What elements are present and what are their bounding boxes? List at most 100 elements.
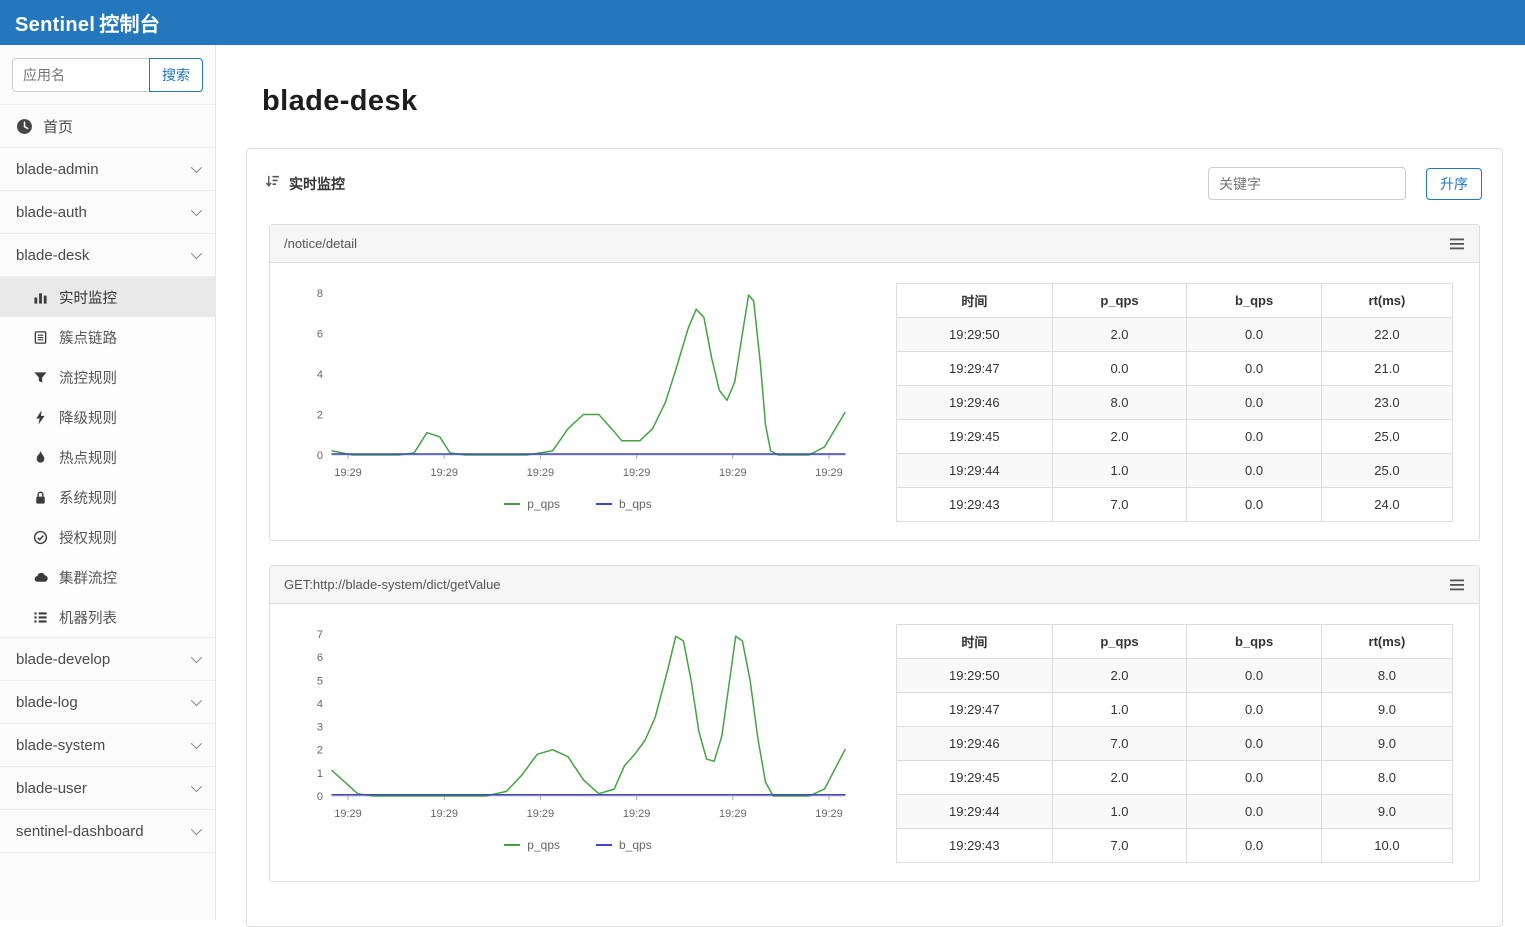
sidebar-item-blade-auth[interactable]: blade-auth bbox=[0, 191, 215, 234]
table-row: 19:29:437.00.010.0 bbox=[897, 829, 1453, 863]
svg-text:19:29: 19:29 bbox=[815, 467, 843, 479]
table-cell: 9.0 bbox=[1321, 795, 1452, 829]
search-button[interactable]: 搜索 bbox=[149, 58, 203, 92]
table-cell: 0.0 bbox=[1187, 693, 1322, 727]
submenu-item-cluster-link[interactable]: 簇点链路 bbox=[0, 317, 215, 357]
submenu-item-realtime-monitor[interactable]: 实时监控 bbox=[0, 277, 215, 317]
blade-desk-submenu: 实时监控 簇点链路 流控规则 降级规则 bbox=[0, 277, 215, 638]
svg-text:3: 3 bbox=[316, 722, 322, 734]
sidebar-item-label: sentinel-dashboard bbox=[16, 823, 144, 840]
table-cell: 10.0 bbox=[1321, 829, 1452, 863]
sidebar-item-sentinel-dashboard[interactable]: sentinel-dashboard bbox=[0, 810, 215, 853]
app-title-bold: Sentinel bbox=[15, 14, 95, 36]
submenu-item-system-rules[interactable]: 系统规则 bbox=[0, 477, 215, 517]
legend-label: p_qps bbox=[527, 838, 560, 852]
metrics-table: 时间 p_qps b_qps rt(ms) 19:29:502.00.022.0… bbox=[896, 283, 1453, 522]
table-cell: 19:29:46 bbox=[897, 386, 1053, 420]
table-header-row: 时间 p_qps b_qps rt(ms) bbox=[897, 284, 1453, 318]
table-cell: 8.0 bbox=[1321, 659, 1452, 693]
svg-text:19:29: 19:29 bbox=[719, 808, 747, 820]
submenu-item-label: 热点规则 bbox=[59, 447, 117, 468]
table-cell: 2.0 bbox=[1052, 659, 1187, 693]
submenu-item-label: 机器列表 bbox=[59, 607, 117, 628]
table-row: 19:29:467.00.09.0 bbox=[897, 727, 1453, 761]
bar-chart-icon bbox=[32, 290, 48, 305]
legend-label: b_qps bbox=[619, 838, 652, 852]
ascending-sort-button[interactable]: 升序 bbox=[1426, 168, 1482, 200]
table-row: 19:29:470.00.021.0 bbox=[897, 352, 1453, 386]
sidebar-item-blade-user[interactable]: blade-user bbox=[0, 767, 215, 810]
table-cell: 1.0 bbox=[1052, 454, 1187, 488]
table-cell: 0.0 bbox=[1187, 727, 1322, 761]
table-cell: 0.0 bbox=[1187, 659, 1322, 693]
table-cell: 19:29:45 bbox=[897, 761, 1053, 795]
resource-card-dict-getvalue: GET:http://blade-system/dict/getValue 01… bbox=[269, 565, 1480, 882]
svg-text:2: 2 bbox=[316, 410, 322, 422]
table-cell: 2.0 bbox=[1052, 420, 1187, 454]
submenu-item-flow-rules[interactable]: 流控规则 bbox=[0, 357, 215, 397]
col-header-time: 时间 bbox=[897, 625, 1053, 659]
sidebar-item-label: blade-system bbox=[16, 737, 105, 754]
table-cell: 1.0 bbox=[1052, 693, 1187, 727]
svg-text:2: 2 bbox=[316, 745, 322, 757]
table-row: 19:29:502.00.022.0 bbox=[897, 318, 1453, 352]
qps-chart: 0246819:2919:2919:2919:2919:2919:29p_qps… bbox=[278, 283, 878, 511]
svg-text:4: 4 bbox=[316, 369, 322, 381]
book-icon bbox=[32, 330, 48, 345]
page-title: blade-desk bbox=[262, 85, 1503, 118]
svg-text:5: 5 bbox=[316, 675, 322, 687]
svg-text:19:29: 19:29 bbox=[526, 467, 554, 479]
sidebar-item-blade-log[interactable]: blade-log bbox=[0, 681, 215, 724]
panel-toolbar: 实时监控 升序 bbox=[247, 149, 1502, 214]
app-search-group: 搜索 bbox=[0, 45, 215, 104]
sidebar-item-blade-develop[interactable]: blade-develop bbox=[0, 638, 215, 681]
table-cell: 19:29:44 bbox=[897, 454, 1053, 488]
sidebar-item-blade-system[interactable]: blade-system bbox=[0, 724, 215, 767]
sidebar-item-label: blade-desk bbox=[16, 247, 89, 264]
table-cell: 19:29:44 bbox=[897, 795, 1053, 829]
submenu-item-authority-rules[interactable]: 授权规则 bbox=[0, 517, 215, 557]
table-row: 19:29:441.00.025.0 bbox=[897, 454, 1453, 488]
submenu-item-label: 授权规则 bbox=[59, 527, 117, 548]
chart-legend: p_qpsb_qps bbox=[504, 497, 651, 511]
sidebar: 搜索 首页 blade-admin blade-auth blade-desk bbox=[0, 45, 216, 920]
resource-card-header: GET:http://blade-system/dict/getValue bbox=[270, 566, 1479, 604]
hamburger-menu-icon[interactable] bbox=[1449, 578, 1465, 592]
sidebar-item-blade-admin[interactable]: blade-admin bbox=[0, 148, 215, 191]
table-row: 19:29:452.00.08.0 bbox=[897, 761, 1453, 795]
submenu-item-label: 集群流控 bbox=[59, 567, 117, 588]
svg-text:19:29: 19:29 bbox=[526, 808, 554, 820]
col-header-pqps: p_qps bbox=[1052, 625, 1187, 659]
table-cell: 0.0 bbox=[1187, 454, 1322, 488]
keyword-input[interactable] bbox=[1208, 167, 1406, 200]
submenu-item-degrade-rules[interactable]: 降级规则 bbox=[0, 397, 215, 437]
col-header-rt: rt(ms) bbox=[1321, 284, 1452, 318]
chart-legend: p_qps b_qps bbox=[504, 838, 651, 852]
submenu-item-machine-list[interactable]: 机器列表 bbox=[0, 597, 215, 637]
metrics-table-wrap: 时间 p_qps b_qps rt(ms) 19:29:502.00.022.0… bbox=[896, 283, 1453, 522]
col-header-bqps: b_qps bbox=[1187, 625, 1322, 659]
submenu-item-hotspot-rules[interactable]: 热点规则 bbox=[0, 437, 215, 477]
table-cell: 21.0 bbox=[1321, 352, 1452, 386]
table-cell: 0.0 bbox=[1187, 352, 1322, 386]
table-cell: 0.0 bbox=[1187, 761, 1322, 795]
svg-text:19:29: 19:29 bbox=[430, 808, 458, 820]
table-cell: 8.0 bbox=[1052, 386, 1187, 420]
sidebar-item-blade-desk[interactable]: blade-desk bbox=[0, 234, 215, 277]
submenu-item-label: 实时监控 bbox=[59, 287, 117, 308]
lock-icon bbox=[32, 490, 48, 505]
col-header-bqps: b_qps bbox=[1187, 284, 1322, 318]
legend-label: b_qps bbox=[619, 497, 652, 511]
table-cell: 19:29:46 bbox=[897, 727, 1053, 761]
sidebar-item-home[interactable]: 首页 bbox=[0, 105, 215, 148]
submenu-item-label: 降级规则 bbox=[59, 407, 117, 428]
submenu-item-cluster-flow[interactable]: 集群流控 bbox=[0, 557, 215, 597]
svg-text:19:29: 19:29 bbox=[622, 467, 650, 479]
hamburger-menu-icon[interactable] bbox=[1449, 237, 1465, 251]
legend-swatch bbox=[596, 503, 612, 505]
chevron-down-icon bbox=[191, 695, 202, 706]
app-search-input[interactable] bbox=[12, 58, 149, 92]
table-cell: 19:29:43 bbox=[897, 829, 1053, 863]
toolbar-right: 升序 bbox=[1208, 167, 1482, 200]
svg-text:6: 6 bbox=[316, 329, 322, 341]
